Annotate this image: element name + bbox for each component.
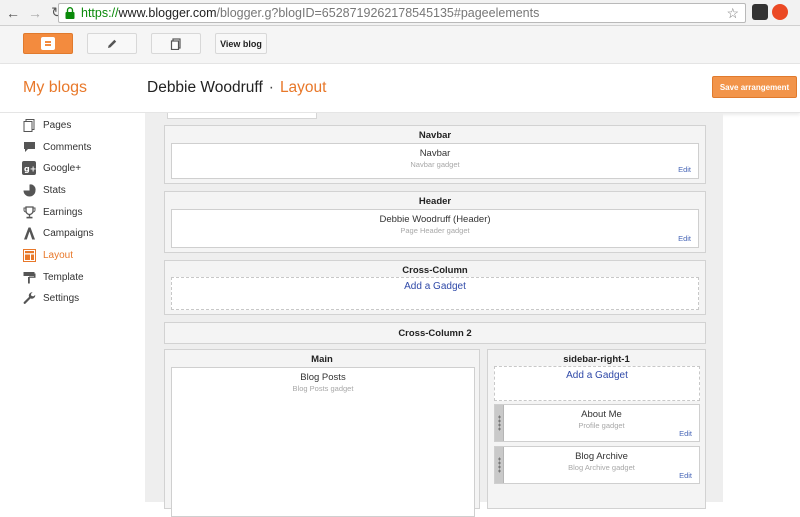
pencil-icon xyxy=(108,39,117,48)
sidebar-item-earnings[interactable]: Earnings xyxy=(22,203,82,221)
sidebar-right-section: sidebar-right-1 Add a Gadget About Me Pr… xyxy=(487,349,706,509)
edit-link[interactable]: Edit xyxy=(679,471,692,480)
section-name: Layout xyxy=(279,79,327,96)
add-gadget-button[interactable]: Add a Gadget xyxy=(494,366,700,401)
gadget-type: Blog Archive gadget xyxy=(568,463,635,472)
header-section: Header Debbie Woodruff (Header) Page Hea… xyxy=(164,191,706,253)
gadget-type: Navbar gadget xyxy=(410,160,460,169)
posts-icon xyxy=(170,37,181,50)
main-section: Main Blog Posts Blog Posts gadget xyxy=(164,349,480,517)
browser-chrome: ← → ↻ https://www.blogger.com/blogger.g?… xyxy=(0,0,800,26)
sidebar-item-template[interactable]: Template xyxy=(22,268,84,286)
sidebar-item-layout[interactable]: Layout xyxy=(22,246,73,264)
forward-icon[interactable]: → xyxy=(26,4,44,22)
drag-handle-icon[interactable] xyxy=(495,447,504,483)
lock-icon xyxy=(65,7,75,19)
sidebar-item-pages[interactable]: Pages xyxy=(22,116,71,134)
sidebar-item-comments[interactable]: Comments xyxy=(22,138,91,156)
navbar-section: Navbar Navbar Navbar gadget Edit xyxy=(164,125,706,184)
url-host: www.blogger.com xyxy=(118,6,217,20)
sidebar-item-stats[interactable]: Stats xyxy=(22,181,66,199)
blogger-toolbar: View blog xyxy=(0,26,800,64)
add-gadget-button[interactable]: Add a Gadget xyxy=(171,277,699,310)
back-icon[interactable]: ← xyxy=(4,4,22,22)
section-title: Navbar xyxy=(418,130,452,141)
navbar-gadget[interactable]: Navbar Navbar gadget Edit xyxy=(171,143,699,179)
comments-icon xyxy=(22,140,36,154)
sidebar-item-label: Google+ xyxy=(43,162,82,174)
stumbleupon-extension-icon[interactable] xyxy=(772,4,788,20)
about-me-gadget[interactable]: About Me Profile gadget Edit xyxy=(494,404,700,442)
wrench-icon xyxy=(22,291,36,305)
url-path: /blogger.g?blogID=6528719262178545135#pa… xyxy=(216,6,540,20)
layout-icon xyxy=(22,248,36,262)
gadget-type: Blog Posts gadget xyxy=(292,384,354,393)
gadget-title: Blog Archive xyxy=(575,451,628,462)
page-header: My blogs Debbie Woodruff · Layout Save arr… xyxy=(0,64,800,113)
edit-link[interactable]: Edit xyxy=(679,429,692,438)
sidebar-item-label: Template xyxy=(43,271,84,283)
blogger-logo-icon xyxy=(41,37,55,50)
pages-icon xyxy=(22,118,36,132)
sidebar-item-label: Pages xyxy=(43,119,72,131)
page-title: Debbie Woodruff · Layout xyxy=(147,79,326,97)
section-title: sidebar-right-1 xyxy=(563,354,630,365)
gadget-title: Navbar xyxy=(419,148,451,159)
edit-link[interactable]: Edit xyxy=(678,234,691,243)
section-title: Header xyxy=(418,196,452,207)
section-title: Main xyxy=(311,354,333,365)
save-arrangement-button[interactable]: Save arrangement xyxy=(712,76,797,98)
sidebar-item-label: Settings xyxy=(43,292,80,304)
header-gadget[interactable]: Debbie Woodruff (Header) Page Header gad… xyxy=(171,209,699,248)
gadget-title: Debbie Woodruff (Header) xyxy=(379,214,491,225)
gadget-type: Profile gadget xyxy=(578,421,625,430)
blog-posts-gadget[interactable]: Blog Posts Blog Posts gadget xyxy=(171,367,475,517)
bookmark-star-icon[interactable]: ☆ xyxy=(726,5,739,22)
posts-list-button[interactable] xyxy=(151,33,201,54)
campaigns-icon xyxy=(22,226,36,240)
drag-handle-icon[interactable] xyxy=(495,405,504,441)
cross-column-section: Cross-Column Add a Gadget xyxy=(164,260,706,315)
gadget-title: Blog Posts xyxy=(300,372,346,383)
sidebar-item-campaigns[interactable]: Campaigns xyxy=(22,224,94,242)
title-separator: · xyxy=(268,79,274,96)
gadget-type: Page Header gadget xyxy=(400,226,470,235)
blog-name[interactable]: Debbie Woodruff xyxy=(147,79,263,96)
sidebar-item-label: Comments xyxy=(43,141,92,153)
edit-link[interactable]: Edit xyxy=(678,165,691,174)
sidebar-item-label: Campaigns xyxy=(43,227,94,239)
stats-icon xyxy=(22,183,36,197)
url-scheme: https:// xyxy=(81,6,119,20)
my-blogs-link[interactable]: My blogs xyxy=(23,79,87,97)
add-gadget-label: Add a Gadget xyxy=(404,281,466,292)
gadget-title: About Me xyxy=(581,409,622,420)
sidebar: Pages Comments g+ Google+ Stats Earnings… xyxy=(0,113,145,502)
sidebar-item-label: Earnings xyxy=(43,206,83,218)
layout-tab-stub xyxy=(167,113,317,119)
section-title: Cross-Column 2 xyxy=(398,328,472,339)
sidebar-item-label: Stats xyxy=(43,184,66,196)
new-post-button[interactable] xyxy=(87,33,137,54)
google-plus-icon: g+ xyxy=(22,161,36,175)
svg-text:g+: g+ xyxy=(24,165,36,174)
owl-extension-icon[interactable] xyxy=(752,4,768,20)
address-bar[interactable]: https://www.blogger.com/blogger.g?blogID… xyxy=(58,3,746,23)
sidebar-item-google-plus[interactable]: g+ Google+ xyxy=(22,159,81,177)
view-blog-button[interactable]: View blog xyxy=(215,33,267,54)
sidebar-item-settings[interactable]: Settings xyxy=(22,289,79,307)
cross-column-2-section: Cross-Column 2 xyxy=(164,322,706,344)
layout-editor: Navbar Navbar Navbar gadget Edit Header … xyxy=(145,113,723,517)
add-gadget-label: Add a Gadget xyxy=(566,370,628,381)
sidebar-item-label: Layout xyxy=(43,249,74,261)
blogger-logo-button[interactable] xyxy=(23,33,73,54)
template-icon xyxy=(22,270,36,284)
blog-archive-gadget[interactable]: Blog Archive Blog Archive gadget Edit xyxy=(494,446,700,484)
trophy-icon xyxy=(22,205,36,219)
section-title: Cross-Column xyxy=(402,265,468,276)
